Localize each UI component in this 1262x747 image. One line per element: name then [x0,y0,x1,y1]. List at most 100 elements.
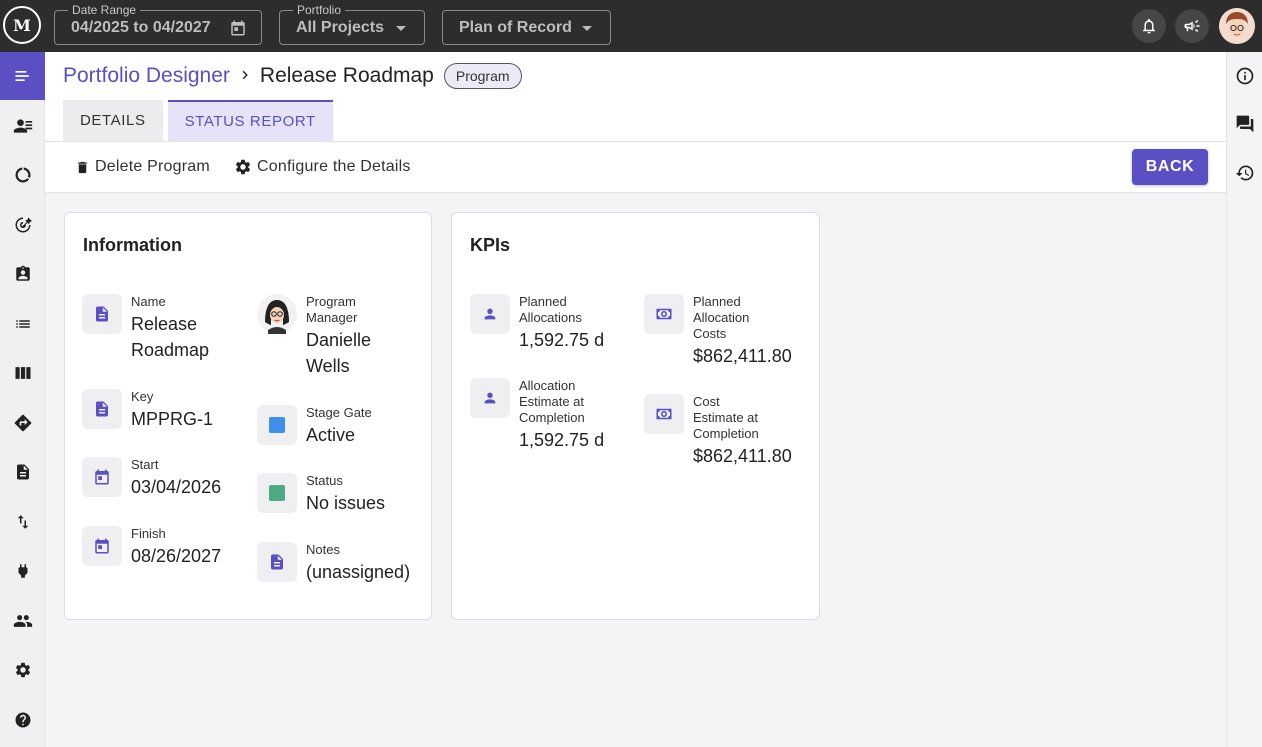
name-field: Name Release Roadmap [82,294,242,363]
directions-icon [14,414,31,432]
gear-icon [15,662,30,678]
notes-label: Notes [306,542,340,557]
list-icon [15,320,30,328]
plan-select[interactable]: Plan of Record [442,10,611,45]
history-button[interactable] [1227,158,1262,188]
gear-icon [235,159,251,175]
notifications-button[interactable] [1132,9,1166,43]
configure-details-label: Configure the Details [257,158,411,175]
program-manager-label: Program Manager [306,294,358,325]
key-label: Key [131,389,154,404]
document-icon [16,464,29,480]
configure-details-button[interactable]: Configure the Details [234,158,411,176]
breadcrumb-portfolio-designer[interactable]: Portfolio Designer [63,64,230,88]
start-value: 03/04/2026 [131,477,222,497]
info-icon [1236,67,1254,85]
program-manager-field: Program Manager Danielle Wells [257,294,427,379]
finish-value: 08/26/2027 [131,546,222,566]
notes-field: Notes (unassigned) [257,542,427,585]
cost-eac-label: Cost Estimate at Completion [693,394,759,441]
sidebar-item-help[interactable] [0,696,45,744]
announcements-button[interactable] [1175,9,1209,43]
sidebar-item-documents[interactable] [0,448,45,496]
sidebar-item-import-export[interactable] [0,498,45,546]
person-icon [470,378,510,418]
tab-details[interactable]: DETAILS [63,100,163,141]
sidebar-item-board[interactable] [0,349,45,397]
sidebar-item-resources[interactable] [0,102,45,150]
plan-value: Plan of Record [459,18,572,36]
sidebar-item-roadmap[interactable] [0,399,45,447]
target-icon [15,217,32,233]
trash-icon [78,161,87,173]
notes-value: (unassigned) [306,562,411,582]
planned-allocation-costs-label: Planned Allocation Costs [693,294,750,341]
person-list-icon [13,119,32,133]
sidebar-item-analytics[interactable] [0,151,45,199]
date-range-picker[interactable]: Date Range 04/2025 to 04/2027 [54,3,262,45]
stage-gate-swatch [257,405,297,445]
megaphone-icon [1184,20,1200,32]
planned-allocation-costs-kpi: Planned Allocation Costs $862,411.80 [644,294,814,369]
top-bar: M Date Range 04/2025 to 04/2027 Portfoli… [0,0,1262,52]
calendar-icon[interactable] [229,19,247,42]
start-label: Start [131,457,159,472]
plug-icon [18,564,27,578]
sidebar-item-assignments[interactable] [0,250,45,298]
date-range-label: Date Range [68,3,141,17]
status-color [269,485,285,501]
delete-program-label: Delete Program [95,158,210,175]
kpis-card: KPIs Planned Allocations 1,592.75 d Plan… [451,212,820,620]
allocation-eac-label: Allocation Estimate at Completion [519,378,585,425]
portfolio-label: Portfolio [293,3,346,17]
portfolio-select[interactable]: Portfolio All Projects [279,3,425,45]
stage-gate-color [269,417,285,433]
chevron-down-icon [582,26,592,31]
status-swatch [257,473,297,513]
left-sidebar [0,52,45,747]
money-icon [644,294,684,334]
sidebar-item-goals[interactable] [0,201,45,249]
people-icon [13,615,32,627]
help-icon [15,712,30,728]
document-icon [82,389,122,429]
calendar-icon [82,457,122,497]
chevron-down-icon [396,26,406,31]
status-value: No issues [306,493,386,513]
sidebar-item-settings[interactable] [0,646,45,694]
history-icon [1235,165,1254,181]
sidebar-item-menu[interactable] [0,52,45,100]
app-logo-text: M [13,15,31,35]
stage-gate-field: Stage Gate Active [257,405,427,448]
money-icon [644,394,684,434]
page-title: Release Roadmap [259,64,434,87]
comments-button[interactable] [1227,109,1262,139]
information-title: Information [83,235,182,255]
sidebar-item-integrations[interactable] [0,547,45,595]
menu-open-icon [15,71,29,81]
program-manager-value: Danielle Wells [306,330,372,376]
sidebar-item-list[interactable] [0,300,45,348]
date-range-value: 04/2025 to 04/2027 [71,18,211,36]
page-header: Portfolio Designer Release Roadmap Progr… [45,52,1226,193]
sidebar-item-team[interactable] [0,597,45,645]
tab-status-report[interactable]: STATUS REPORT [167,100,333,141]
name-value: Release Roadmap [131,314,210,360]
kpis-title: KPIs [470,235,511,255]
bell-icon [1143,18,1155,34]
user-avatar[interactable] [1219,8,1255,44]
breadcrumb: Portfolio Designer Release Roadmap Progr… [63,63,522,89]
swap-vert-icon [17,515,28,529]
name-label: Name [131,294,166,309]
allocation-eac-value: 1,592.75 d [519,430,605,450]
person-icon [470,294,510,334]
cost-eac-value: $862,411.80 [693,446,792,466]
delete-program-button[interactable]: Delete Program [75,158,210,176]
app-logo[interactable]: M [3,6,41,44]
start-field: Start 03/04/2026 [82,457,252,500]
back-button[interactable]: BACK [1132,149,1208,185]
status-field: Status No issues [257,473,427,516]
info-button[interactable] [1227,61,1262,91]
tab-bar: DETAILS STATUS REPORT [63,100,338,141]
key-field: Key MPPRG-1 [82,389,242,432]
